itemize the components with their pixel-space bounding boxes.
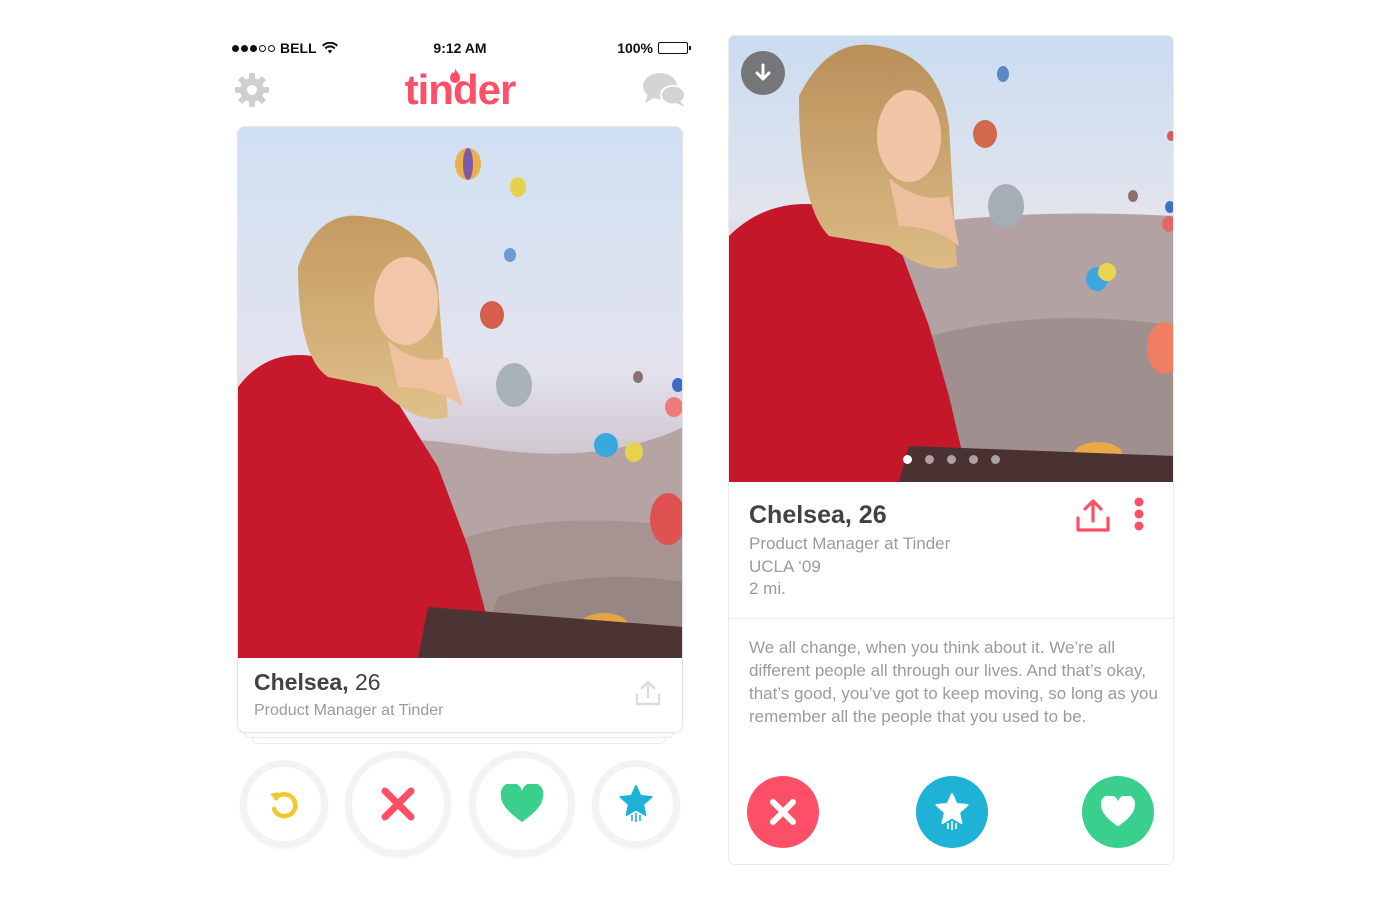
battery-percent: 100% xyxy=(617,40,653,56)
share-icon[interactable] xyxy=(634,679,662,707)
pager-dot[interactable] xyxy=(946,455,956,464)
heart-icon xyxy=(500,784,544,822)
superlike-button[interactable] xyxy=(916,776,988,848)
pager-dot[interactable] xyxy=(924,455,934,464)
battery-icon xyxy=(658,42,691,54)
nope-button[interactable] xyxy=(345,751,451,857)
profile-name: Chelsea xyxy=(749,501,845,529)
action-row xyxy=(232,748,688,868)
star-icon xyxy=(619,785,653,822)
profile-details: Product Manager at Tinder UCLA ‘09 2 mi. xyxy=(749,533,950,601)
photo-pager xyxy=(729,455,1173,464)
share-icon[interactable] xyxy=(1073,496,1113,536)
pager-dot[interactable] xyxy=(990,455,1000,464)
action-row xyxy=(729,776,1173,850)
more-vertical-icon[interactable] xyxy=(1127,496,1151,536)
flame-icon xyxy=(450,68,460,83)
profile-school: UCLA ‘09 xyxy=(749,556,821,576)
card-name: Chelsea xyxy=(254,669,343,695)
like-button[interactable] xyxy=(469,751,575,857)
divider xyxy=(729,618,1173,619)
close-icon xyxy=(381,787,415,821)
close-icon xyxy=(770,799,796,825)
profile-job: Product Manager at Tinder xyxy=(749,534,951,553)
status-right: 100% xyxy=(617,40,691,56)
card-stack-shadow xyxy=(252,736,666,744)
card-name-line: Chelsea, 26 xyxy=(254,669,381,695)
profile-name-line: Chelsea, 26 xyxy=(749,501,887,529)
heart-icon xyxy=(1100,796,1136,827)
arrow-down-icon xyxy=(755,63,771,81)
pager-dot[interactable] xyxy=(902,455,912,464)
profile-photo[interactable] xyxy=(238,127,683,658)
nope-button[interactable] xyxy=(747,776,819,848)
rewind-icon xyxy=(270,792,298,819)
like-button[interactable] xyxy=(1082,776,1154,848)
card-info: Chelsea, 26 Product Manager at Tinder xyxy=(254,669,443,720)
profile-photo-large[interactable] xyxy=(729,36,1174,482)
pager-dot[interactable] xyxy=(968,455,978,464)
star-icon xyxy=(935,793,969,830)
rewind-button[interactable] xyxy=(240,760,328,848)
profile-detail-panel: Chelsea, 26 Product Manager at Tinder UC… xyxy=(728,35,1174,865)
chat-icon[interactable] xyxy=(642,70,688,110)
card-age: 26 xyxy=(355,669,381,695)
top-nav: tinder xyxy=(232,64,688,116)
superlike-button[interactable] xyxy=(592,760,680,848)
profile-card[interactable]: Chelsea, 26 Product Manager at Tinder xyxy=(237,126,683,733)
profile-distance: 2 mi. xyxy=(749,579,786,598)
collapse-profile-button[interactable] xyxy=(741,51,785,95)
profile-age: 26 xyxy=(858,501,887,529)
card-job: Product Manager at Tinder xyxy=(254,702,444,719)
status-bar: BELL 9:12 AM 100% xyxy=(232,40,691,60)
profile-bio: We all change, when you think about it. … xyxy=(749,638,1158,726)
